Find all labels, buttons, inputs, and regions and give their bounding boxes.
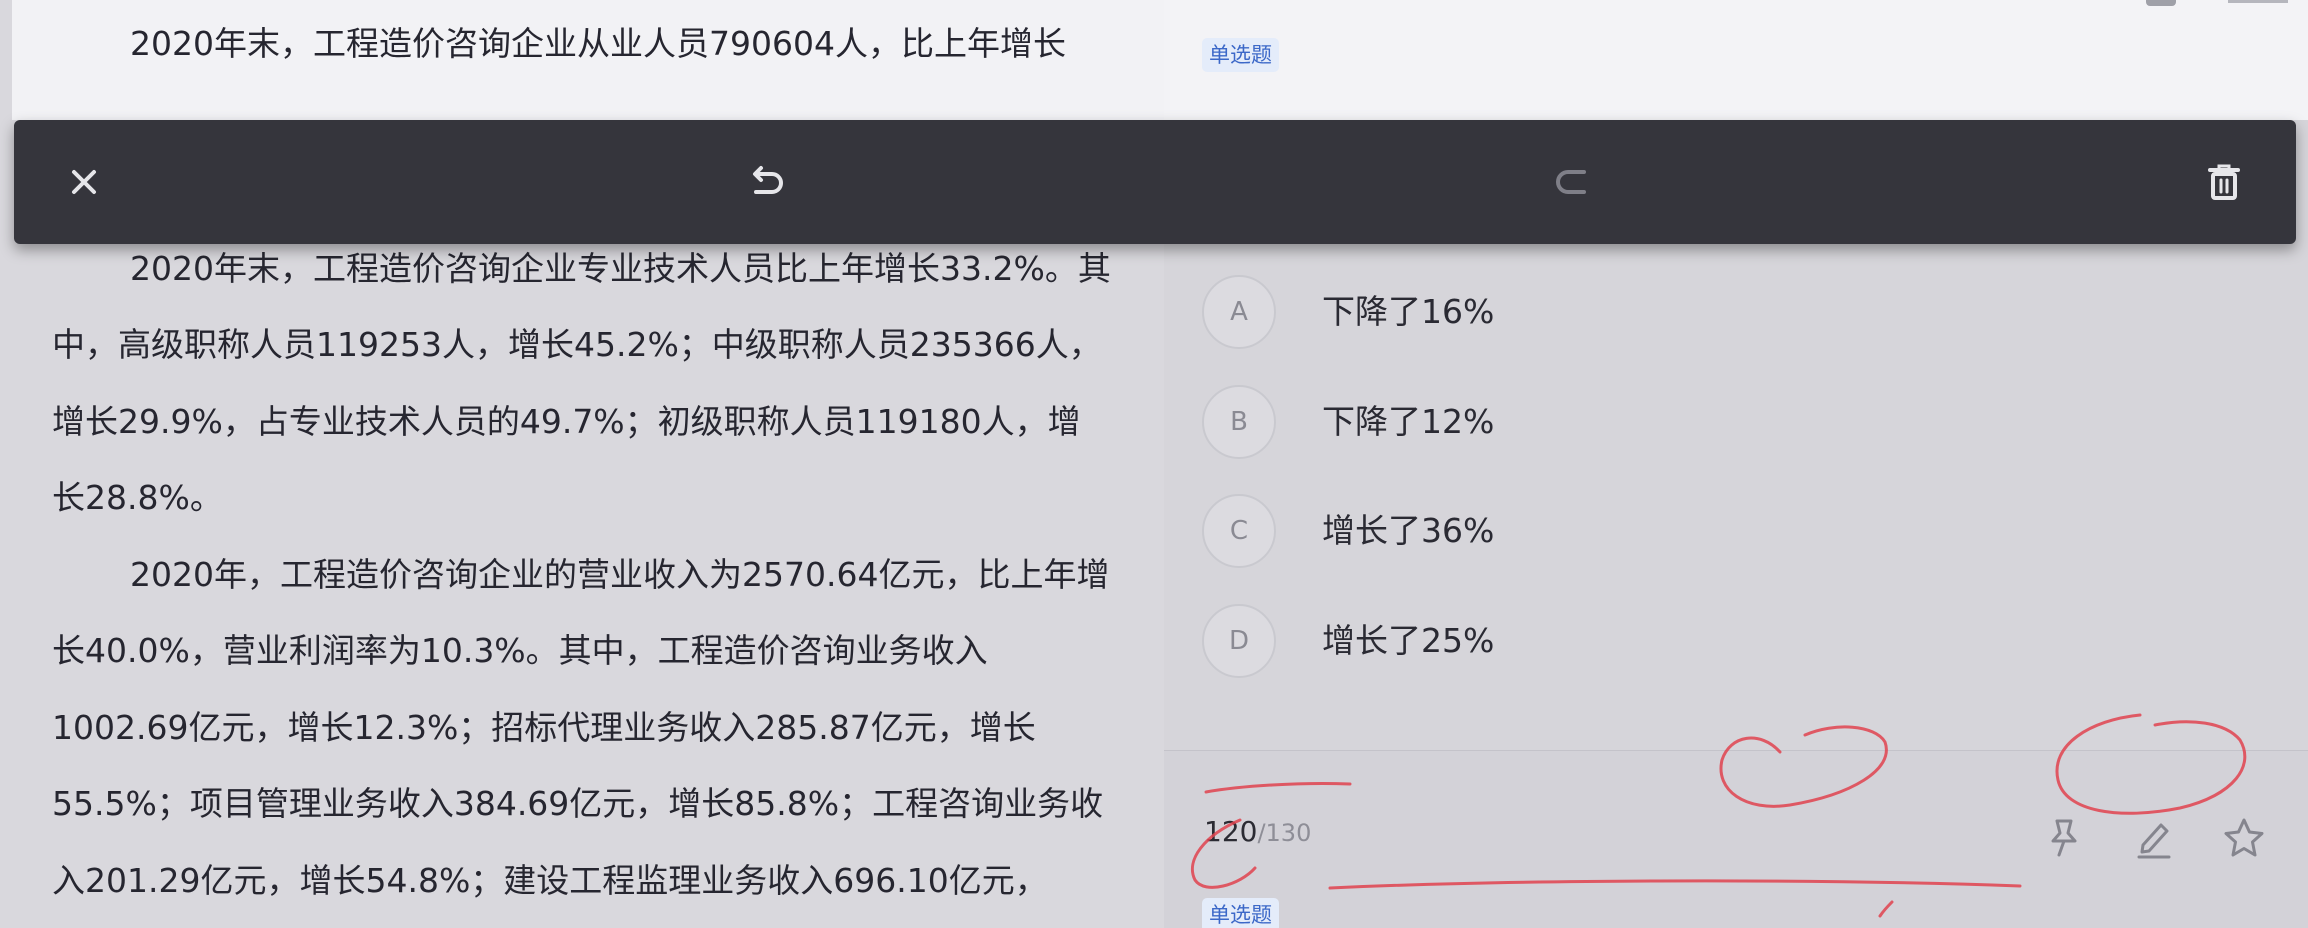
pencil-icon[interactable] bbox=[2131, 815, 2177, 861]
undo-icon[interactable] bbox=[738, 154, 794, 210]
star-icon[interactable] bbox=[2221, 815, 2267, 861]
trash-icon[interactable] bbox=[2196, 154, 2252, 210]
current-question-number: 120 bbox=[1204, 815, 1258, 848]
option-b[interactable]: B 下降了12% bbox=[1202, 385, 1902, 465]
option-b-letter: B bbox=[1202, 385, 1276, 459]
close-icon[interactable] bbox=[56, 154, 112, 210]
question-counter: 120/130 bbox=[1204, 815, 1311, 850]
question-stem-obscured bbox=[1204, 100, 2244, 120]
annotation-toolbar bbox=[14, 120, 2296, 244]
top-edge-line bbox=[2228, 0, 2288, 3]
next-question-type-tag: 单选题 bbox=[1202, 898, 1279, 928]
passage-paragraph-1: 2020年末，工程造价咨询企业从业人员790604人，比上年增长 bbox=[130, 24, 1066, 63]
option-a-text: 下降了16% bbox=[1322, 292, 1495, 331]
eraser-icon[interactable] bbox=[1544, 154, 1600, 210]
option-d-letter: D bbox=[1202, 604, 1276, 678]
passage-paragraph-3: 2020年，工程造价咨询企业的营业收入为2570.64亿元，比上年增长40.0%… bbox=[52, 554, 1110, 900]
pin-icon[interactable] bbox=[2041, 815, 2087, 861]
option-a-letter: A bbox=[1202, 275, 1276, 349]
passage-paragraph-2: 2020年末，工程造价咨询企业专业技术人员比上年增长33.2%。其中，高级职称人… bbox=[52, 248, 1111, 518]
option-a[interactable]: A 下降了16% bbox=[1202, 275, 1902, 355]
option-b-text: 下降了12% bbox=[1322, 402, 1495, 441]
option-c-letter: C bbox=[1202, 494, 1276, 568]
total-question-count: /130 bbox=[1257, 819, 1312, 847]
top-edge-mark bbox=[2146, 0, 2176, 6]
option-d[interactable]: D 增长了25% bbox=[1202, 604, 1902, 684]
option-d-text: 增长了25% bbox=[1322, 621, 1495, 660]
option-c-text: 增长了36% bbox=[1322, 511, 1495, 550]
question-type-tag: 单选题 bbox=[1202, 38, 1279, 72]
question-bottom-bar: 120/130 bbox=[1164, 750, 2308, 928]
option-c[interactable]: C 增长了36% bbox=[1202, 494, 1902, 574]
